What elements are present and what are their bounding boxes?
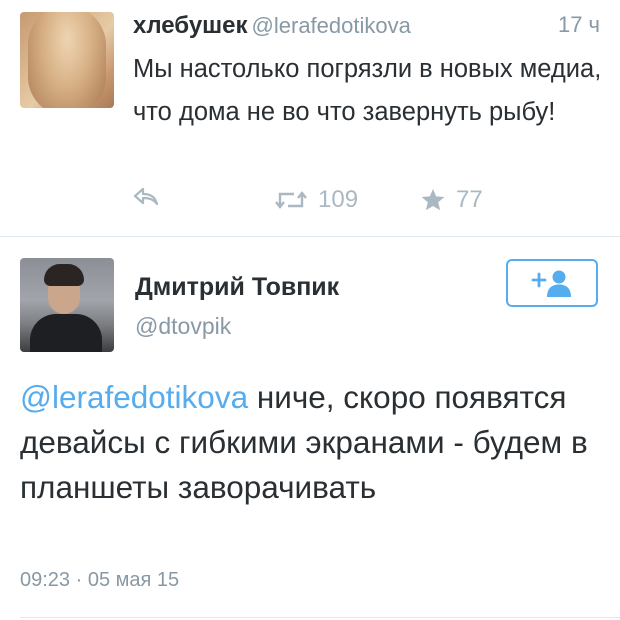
divider [20, 617, 620, 618]
reply-icon [133, 187, 159, 206]
add-user-icon [531, 270, 571, 297]
tweet-text: @lerafedotikova ниче, скоро появятся дев… [20, 375, 610, 510]
author-name[interactable]: Дмитрий Товпик [135, 273, 339, 302]
avatar-lerafedotikova[interactable] [20, 12, 114, 108]
avatar-photo [28, 12, 106, 108]
retweet-count: 109 [318, 186, 359, 213]
reply-button[interactable] [133, 186, 159, 206]
tweet-actions: 109 77 [133, 186, 573, 216]
tweet-text: Мы настолько погрязли в новых медиа, что… [133, 55, 602, 126]
star-icon [421, 189, 445, 211]
avatar-dtovpik[interactable] [20, 258, 114, 352]
tweet-timestamp[interactable]: 09:23 · 05 мая 15 [20, 569, 179, 592]
tweet-detail: Дмитрий Товпик @dtovpik @lerafedotikova … [0, 237, 620, 620]
favorite-button[interactable]: 77 [420, 186, 483, 214]
author-handle[interactable]: @dtovpik [135, 313, 231, 340]
tweet-time: 17 ч [557, 12, 600, 37]
favorite-count: 77 [456, 186, 483, 213]
follow-button[interactable] [506, 259, 598, 307]
retweet-button[interactable]: 109 [274, 186, 358, 214]
tweet-header: хлебушек @lerafedotikova 17 ч [133, 12, 600, 44]
tweet-top[interactable]: хлебушек @lerafedotikova 17 ч Мы настольк… [0, 0, 620, 236]
avatar-photo [30, 314, 102, 352]
author-handle[interactable]: @lerafedotikova [252, 13, 411, 38]
author-name[interactable]: хлебушек [133, 12, 248, 39]
mention-link[interactable]: @lerafedotikova [20, 379, 248, 415]
retweet-icon [275, 191, 307, 209]
